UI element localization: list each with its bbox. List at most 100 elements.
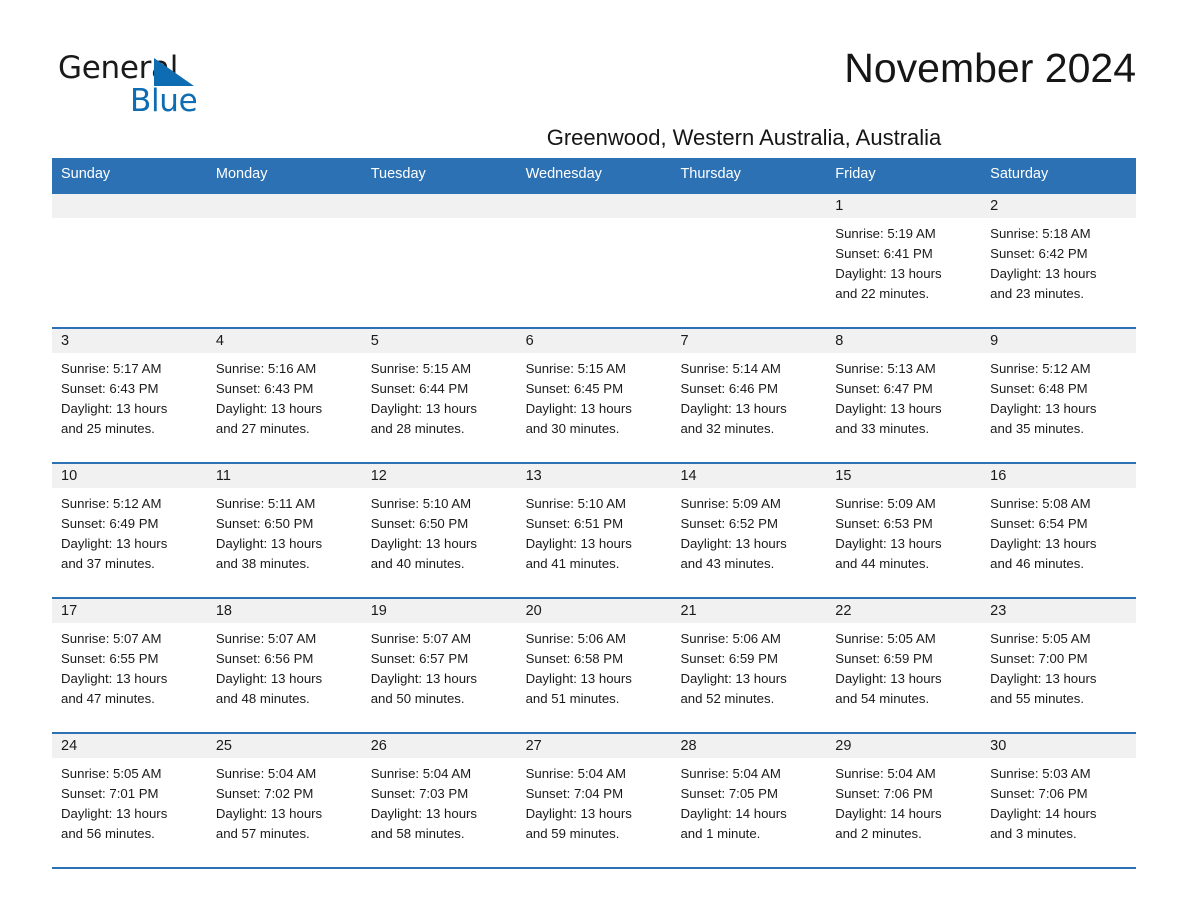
calendar-week-row: 1 Sunrise: 5:19 AM Sunset: 6:41 PM Daylight… [52, 192, 1137, 327]
sunset-time: Sunset: 6:42 PM [990, 246, 1088, 261]
calendar-day-cell[interactable]: 25 Sunrise: 5:04 AM Sunset: 7:02 PM Dayligh… [206, 734, 362, 867]
daylight-duration-line1: Daylight: 13 hours [990, 671, 1097, 686]
day-number [671, 194, 827, 218]
calendar-day-cell[interactable]: 5 Sunrise: 5:15 AM Sunset: 6:44 PM Daylight… [361, 329, 517, 462]
daylight-duration-line1: Daylight: 14 hours [990, 806, 1097, 821]
sunset-time: Sunset: 6:47 PM [835, 381, 933, 396]
calendar-day-cell[interactable]: 13 Sunrise: 5:10 AM Sunset: 6:51 PM Dayligh… [516, 464, 672, 597]
calendar-day-cell[interactable]: 27 Sunrise: 5:04 AM Sunset: 7:04 PM Dayligh… [516, 734, 672, 867]
daylight-duration-line1: Daylight: 13 hours [215, 536, 323, 551]
day-number: 22 [826, 599, 982, 623]
general-blue-logo[interactable]: General Blue [58, 50, 238, 120]
daylight-duration-line1: Daylight: 13 hours [61, 401, 168, 416]
calendar-day-cell[interactable]: 23 Sunrise: 5:05 AM Sunset: 7:00 PM Dayligh… [981, 599, 1137, 732]
sunrise-time: Sunrise: 5:15 AM [370, 361, 472, 376]
sunrise-time: Sunrise: 5:08 AM [990, 496, 1091, 511]
sunrise-time: Sunrise: 5:06 AM [525, 631, 627, 646]
daylight-duration-line1: Daylight: 13 hours [990, 266, 1097, 281]
daylight-duration-line2: and 52 minutes. [680, 691, 775, 706]
sunset-time: Sunset: 6:55 PM [61, 651, 159, 666]
day-number [206, 194, 362, 218]
sunset-time: Sunset: 7:01 PM [61, 786, 159, 801]
calendar-day-cell[interactable]: 8 Sunrise: 5:13 AM Sunset: 6:47 PM Daylight… [826, 329, 982, 462]
calendar-week-row: 24 Sunrise: 5:05 AM Sunset: 7:01 PM Dayligh… [52, 732, 1137, 869]
daylight-duration-line2: and 40 minutes. [370, 556, 465, 571]
day-details: Sunrise: 5:05 AM Sunset: 7:01 PM Daylight:… [52, 758, 207, 844]
day-number: 19 [361, 599, 517, 623]
calendar-day-cell[interactable]: 26 Sunrise: 5:04 AM Sunset: 7:03 PM Dayligh… [361, 734, 517, 867]
calendar-day-cell[interactable]: 10 Sunrise: 5:12 AM Sunset: 6:49 PM Dayligh… [52, 464, 207, 597]
calendar-day-cell[interactable]: 12 Sunrise: 5:10 AM Sunset: 6:50 PM Dayligh… [361, 464, 517, 597]
day-number: 15 [826, 464, 982, 488]
daylight-duration-line2: and 37 minutes. [61, 556, 155, 571]
day-details: Sunrise: 5:04 AM Sunset: 7:06 PM Daylight:… [826, 758, 981, 844]
day-details: Sunrise: 5:05 AM Sunset: 6:59 PM Daylight:… [826, 623, 981, 709]
sunset-time: Sunset: 7:04 PM [525, 786, 624, 801]
sunset-time: Sunset: 6:59 PM [680, 651, 778, 666]
day-number: 13 [516, 464, 672, 488]
sunset-time: Sunset: 6:53 PM [835, 516, 933, 531]
calendar-day-cell-empty [516, 194, 672, 327]
daylight-duration-line2: and 55 minutes. [990, 691, 1084, 706]
sunrise-time: Sunrise: 5:11 AM [215, 496, 316, 511]
calendar-day-cell[interactable]: 20 Sunrise: 5:06 AM Sunset: 6:58 PM Dayligh… [516, 599, 672, 732]
day-details: Sunrise: 5:06 AM Sunset: 6:58 PM Daylight:… [517, 623, 672, 709]
calendar-day-cell[interactable]: 9 Sunrise: 5:12 AM Sunset: 6:48 PM Daylight… [981, 329, 1137, 462]
calendar-day-cell[interactable]: 28 Sunrise: 5:04 AM Sunset: 7:05 PM Dayligh… [671, 734, 827, 867]
calendar-day-cell[interactable]: 14 Sunrise: 5:09 AM Sunset: 6:52 PM Dayligh… [671, 464, 827, 597]
sunrise-time: Sunrise: 5:13 AM [835, 361, 936, 376]
daylight-duration-line1: Daylight: 13 hours [525, 536, 632, 551]
calendar-day-cell[interactable]: 30 Sunrise: 5:03 AM Sunset: 7:06 PM Dayligh… [981, 734, 1137, 867]
calendar-day-cell[interactable]: 22 Sunrise: 5:05 AM Sunset: 6:59 PM Dayligh… [826, 599, 982, 732]
calendar-day-cell[interactable]: 19 Sunrise: 5:07 AM Sunset: 6:57 PM Dayligh… [361, 599, 517, 732]
calendar-day-cell[interactable]: 16 Sunrise: 5:08 AM Sunset: 6:54 PM Dayligh… [981, 464, 1137, 597]
daylight-duration-line2: and 54 minutes. [835, 691, 930, 706]
calendar-day-cell[interactable]: 1 Sunrise: 5:19 AM Sunset: 6:41 PM Daylight… [826, 194, 982, 327]
daylight-duration-line1: Daylight: 13 hours [680, 671, 787, 686]
daylight-duration-line1: Daylight: 13 hours [680, 401, 787, 416]
day-number: 16 [981, 464, 1137, 488]
calendar-day-cell-empty [361, 194, 517, 327]
calendar-day-cell[interactable]: 4 Sunrise: 5:16 AM Sunset: 6:43 PM Daylight… [206, 329, 362, 462]
day-number: 14 [671, 464, 827, 488]
sunset-time: Sunset: 6:49 PM [61, 516, 159, 531]
sunrise-time: Sunrise: 5:14 AM [680, 361, 781, 376]
weekday-header-thursday: Thursday [680, 166, 741, 182]
calendar-day-cell[interactable]: 21 Sunrise: 5:06 AM Sunset: 6:59 PM Dayligh… [671, 599, 827, 732]
calendar-day-cell[interactable]: 29 Sunrise: 5:04 AM Sunset: 7:06 PM Dayligh… [826, 734, 982, 867]
calendar-day-cell[interactable]: 11 Sunrise: 5:11 AM Sunset: 6:50 PM Dayligh… [206, 464, 362, 597]
day-number: 23 [981, 599, 1137, 623]
sunset-time: Sunset: 6:51 PM [525, 516, 624, 531]
daylight-duration-line1: Daylight: 14 hours [680, 806, 787, 821]
sunset-time: Sunset: 7:06 PM [835, 786, 933, 801]
sunrise-time: Sunrise: 5:12 AM [990, 361, 1091, 376]
daylight-duration-line2: and 44 minutes. [835, 556, 930, 571]
calendar-day-cell[interactable]: 18 Sunrise: 5:07 AM Sunset: 6:56 PM Dayligh… [206, 599, 362, 732]
sunrise-time: Sunrise: 5:05 AM [990, 631, 1091, 646]
day-number: 11 [206, 464, 362, 488]
daylight-duration-line2: and 56 minutes. [61, 826, 155, 841]
sunrise-time: Sunrise: 5:12 AM [61, 496, 162, 511]
calendar-day-cell[interactable]: 15 Sunrise: 5:09 AM Sunset: 6:53 PM Dayligh… [826, 464, 982, 597]
calendar-day-cell[interactable]: 7 Sunrise: 5:14 AM Sunset: 6:46 PM Daylight… [671, 329, 827, 462]
weekday-header-friday: Friday [835, 166, 876, 182]
logo-triangle-icon [154, 58, 194, 86]
sunrise-time: Sunrise: 5:19 AM [835, 226, 936, 241]
sunset-time: Sunset: 7:06 PM [990, 786, 1088, 801]
daylight-duration-line2: and 59 minutes. [525, 826, 620, 841]
day-number: 4 [206, 329, 362, 353]
weekday-header-saturday: Saturday [990, 166, 1049, 182]
daylight-duration-line1: Daylight: 13 hours [835, 266, 942, 281]
calendar-day-cell-empty [671, 194, 827, 327]
day-details: Sunrise: 5:06 AM Sunset: 6:59 PM Daylight:… [671, 623, 826, 709]
sunset-time: Sunset: 6:59 PM [835, 651, 933, 666]
calendar-day-cell[interactable]: 2 Sunrise: 5:18 AM Sunset: 6:42 PM Daylight… [981, 194, 1137, 327]
calendar-day-cell[interactable]: 17 Sunrise: 5:07 AM Sunset: 6:55 PM Dayligh… [52, 599, 207, 732]
daylight-duration-line1: Daylight: 13 hours [990, 401, 1097, 416]
calendar-day-cell[interactable]: 3 Sunrise: 5:17 AM Sunset: 6:43 PM Daylight… [52, 329, 207, 462]
calendar-day-cell[interactable]: 6 Sunrise: 5:15 AM Sunset: 6:45 PM Daylight… [516, 329, 672, 462]
daylight-duration-line2: and 43 minutes. [680, 556, 775, 571]
calendar-day-cell[interactable]: 24 Sunrise: 5:05 AM Sunset: 7:01 PM Dayligh… [52, 734, 207, 867]
daylight-duration-line2: and 32 minutes. [680, 421, 775, 436]
sunset-time: Sunset: 6:46 PM [680, 381, 778, 396]
